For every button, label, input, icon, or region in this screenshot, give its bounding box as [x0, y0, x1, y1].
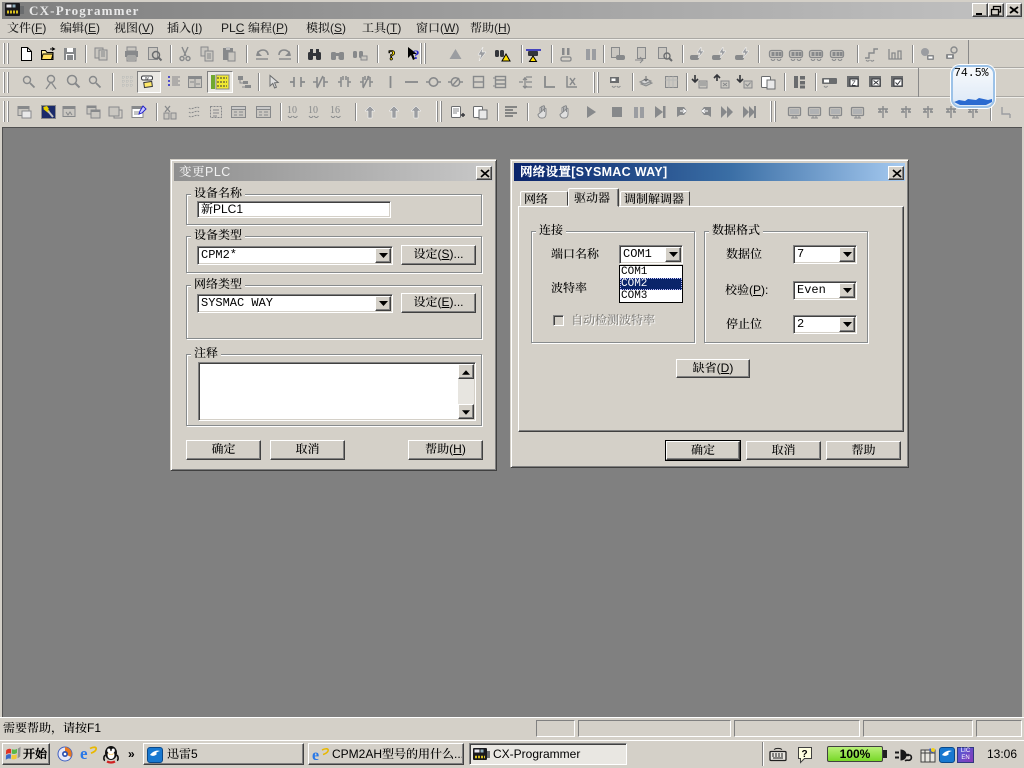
svg-text:Z: Z — [852, 81, 857, 88]
svg-text:B: B — [338, 52, 344, 61]
svg-text:16: 16 — [330, 105, 340, 116]
svg-text:10: 10 — [308, 105, 318, 116]
svg-text:w: w — [145, 76, 149, 82]
svg-text:?: ? — [802, 749, 808, 760]
svg-text:10: 10 — [287, 105, 297, 116]
svg-text:?: ? — [413, 47, 420, 62]
svg-text:e: e — [80, 744, 88, 763]
svg-text:e: e — [312, 747, 319, 764]
svg-text:?: ? — [388, 48, 396, 64]
